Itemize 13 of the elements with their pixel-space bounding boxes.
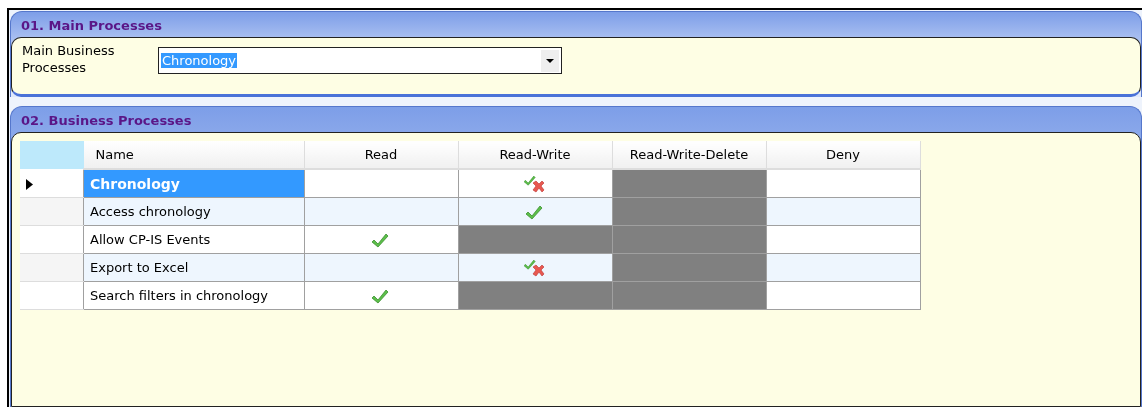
field-label: Main Business Processes: [22, 42, 116, 77]
panel-title: 02. Business Processes: [20, 112, 193, 130]
dropdown-arrow-icon: [546, 58, 554, 63]
column-header[interactable]: Read-Write-Delete: [612, 141, 766, 169]
process-name-cell[interactable]: Allow CP-IS Events: [83, 225, 304, 254]
column-header[interactable]: Name: [83, 141, 304, 169]
panel-title: 01. Main Processes: [20, 17, 163, 35]
process-name-cell[interactable]: Access chronology: [83, 197, 304, 226]
column-header[interactable]: Deny: [766, 141, 920, 169]
process-name-cell[interactable]: Search filters in chronology: [83, 281, 304, 310]
column-header[interactable]: Read-Write: [458, 141, 612, 169]
process-name-cell[interactable]: Export to Excel: [83, 253, 304, 282]
column-header[interactable]: Read: [304, 141, 458, 169]
